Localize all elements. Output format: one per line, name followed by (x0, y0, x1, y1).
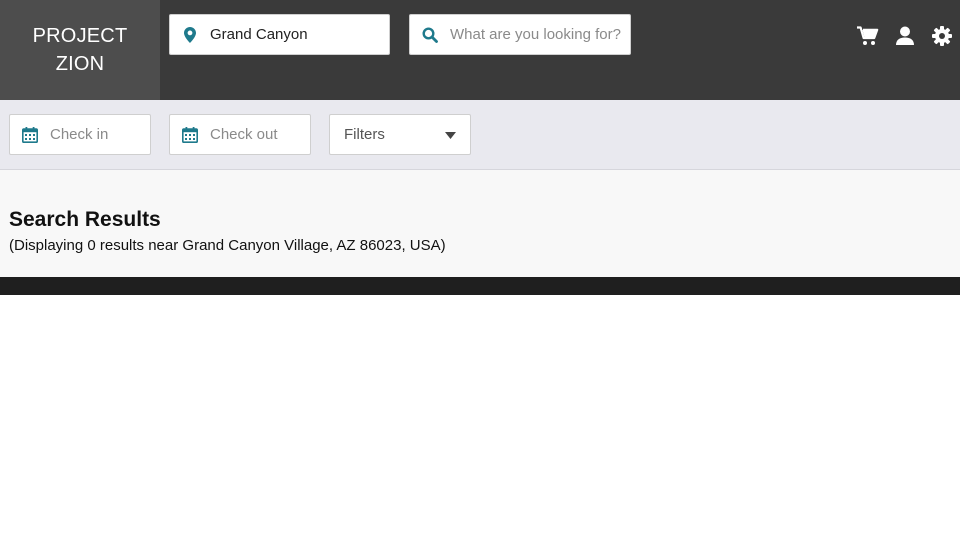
gear-icon[interactable] (923, 22, 960, 50)
map-marker-icon (170, 26, 210, 43)
search-field[interactable] (409, 14, 631, 55)
calendar-icon (170, 126, 210, 143)
cart-icon[interactable] (849, 22, 886, 50)
results-summary: (Displaying 0 results near Grand Canyon … (9, 237, 446, 254)
results-title: Search Results (9, 208, 161, 231)
user-icon[interactable] (886, 22, 923, 50)
top-navigation-bar: PROJECT ZION (0, 0, 960, 100)
check-in-field[interactable] (9, 114, 151, 155)
caret-down-icon (445, 126, 456, 143)
filters-dropdown[interactable]: Filters (329, 114, 471, 155)
results-divider (0, 277, 960, 295)
search-input[interactable] (450, 15, 630, 54)
search-icon (410, 26, 450, 43)
header-actions (849, 22, 960, 50)
location-input[interactable] (210, 15, 389, 54)
filter-bar: Filters (0, 100, 960, 170)
check-out-input[interactable] (210, 115, 310, 154)
brand-line-2: ZION (55, 53, 105, 75)
filters-label: Filters (344, 126, 385, 143)
check-in-input[interactable] (50, 115, 150, 154)
search-results-section: Search Results (Displaying 0 results nea… (0, 170, 960, 277)
brand-line-1: PROJECT (32, 25, 128, 47)
calendar-icon (10, 126, 50, 143)
location-field[interactable] (169, 14, 390, 55)
brand-logo[interactable]: PROJECT ZION (0, 0, 160, 100)
check-out-field[interactable] (169, 114, 311, 155)
